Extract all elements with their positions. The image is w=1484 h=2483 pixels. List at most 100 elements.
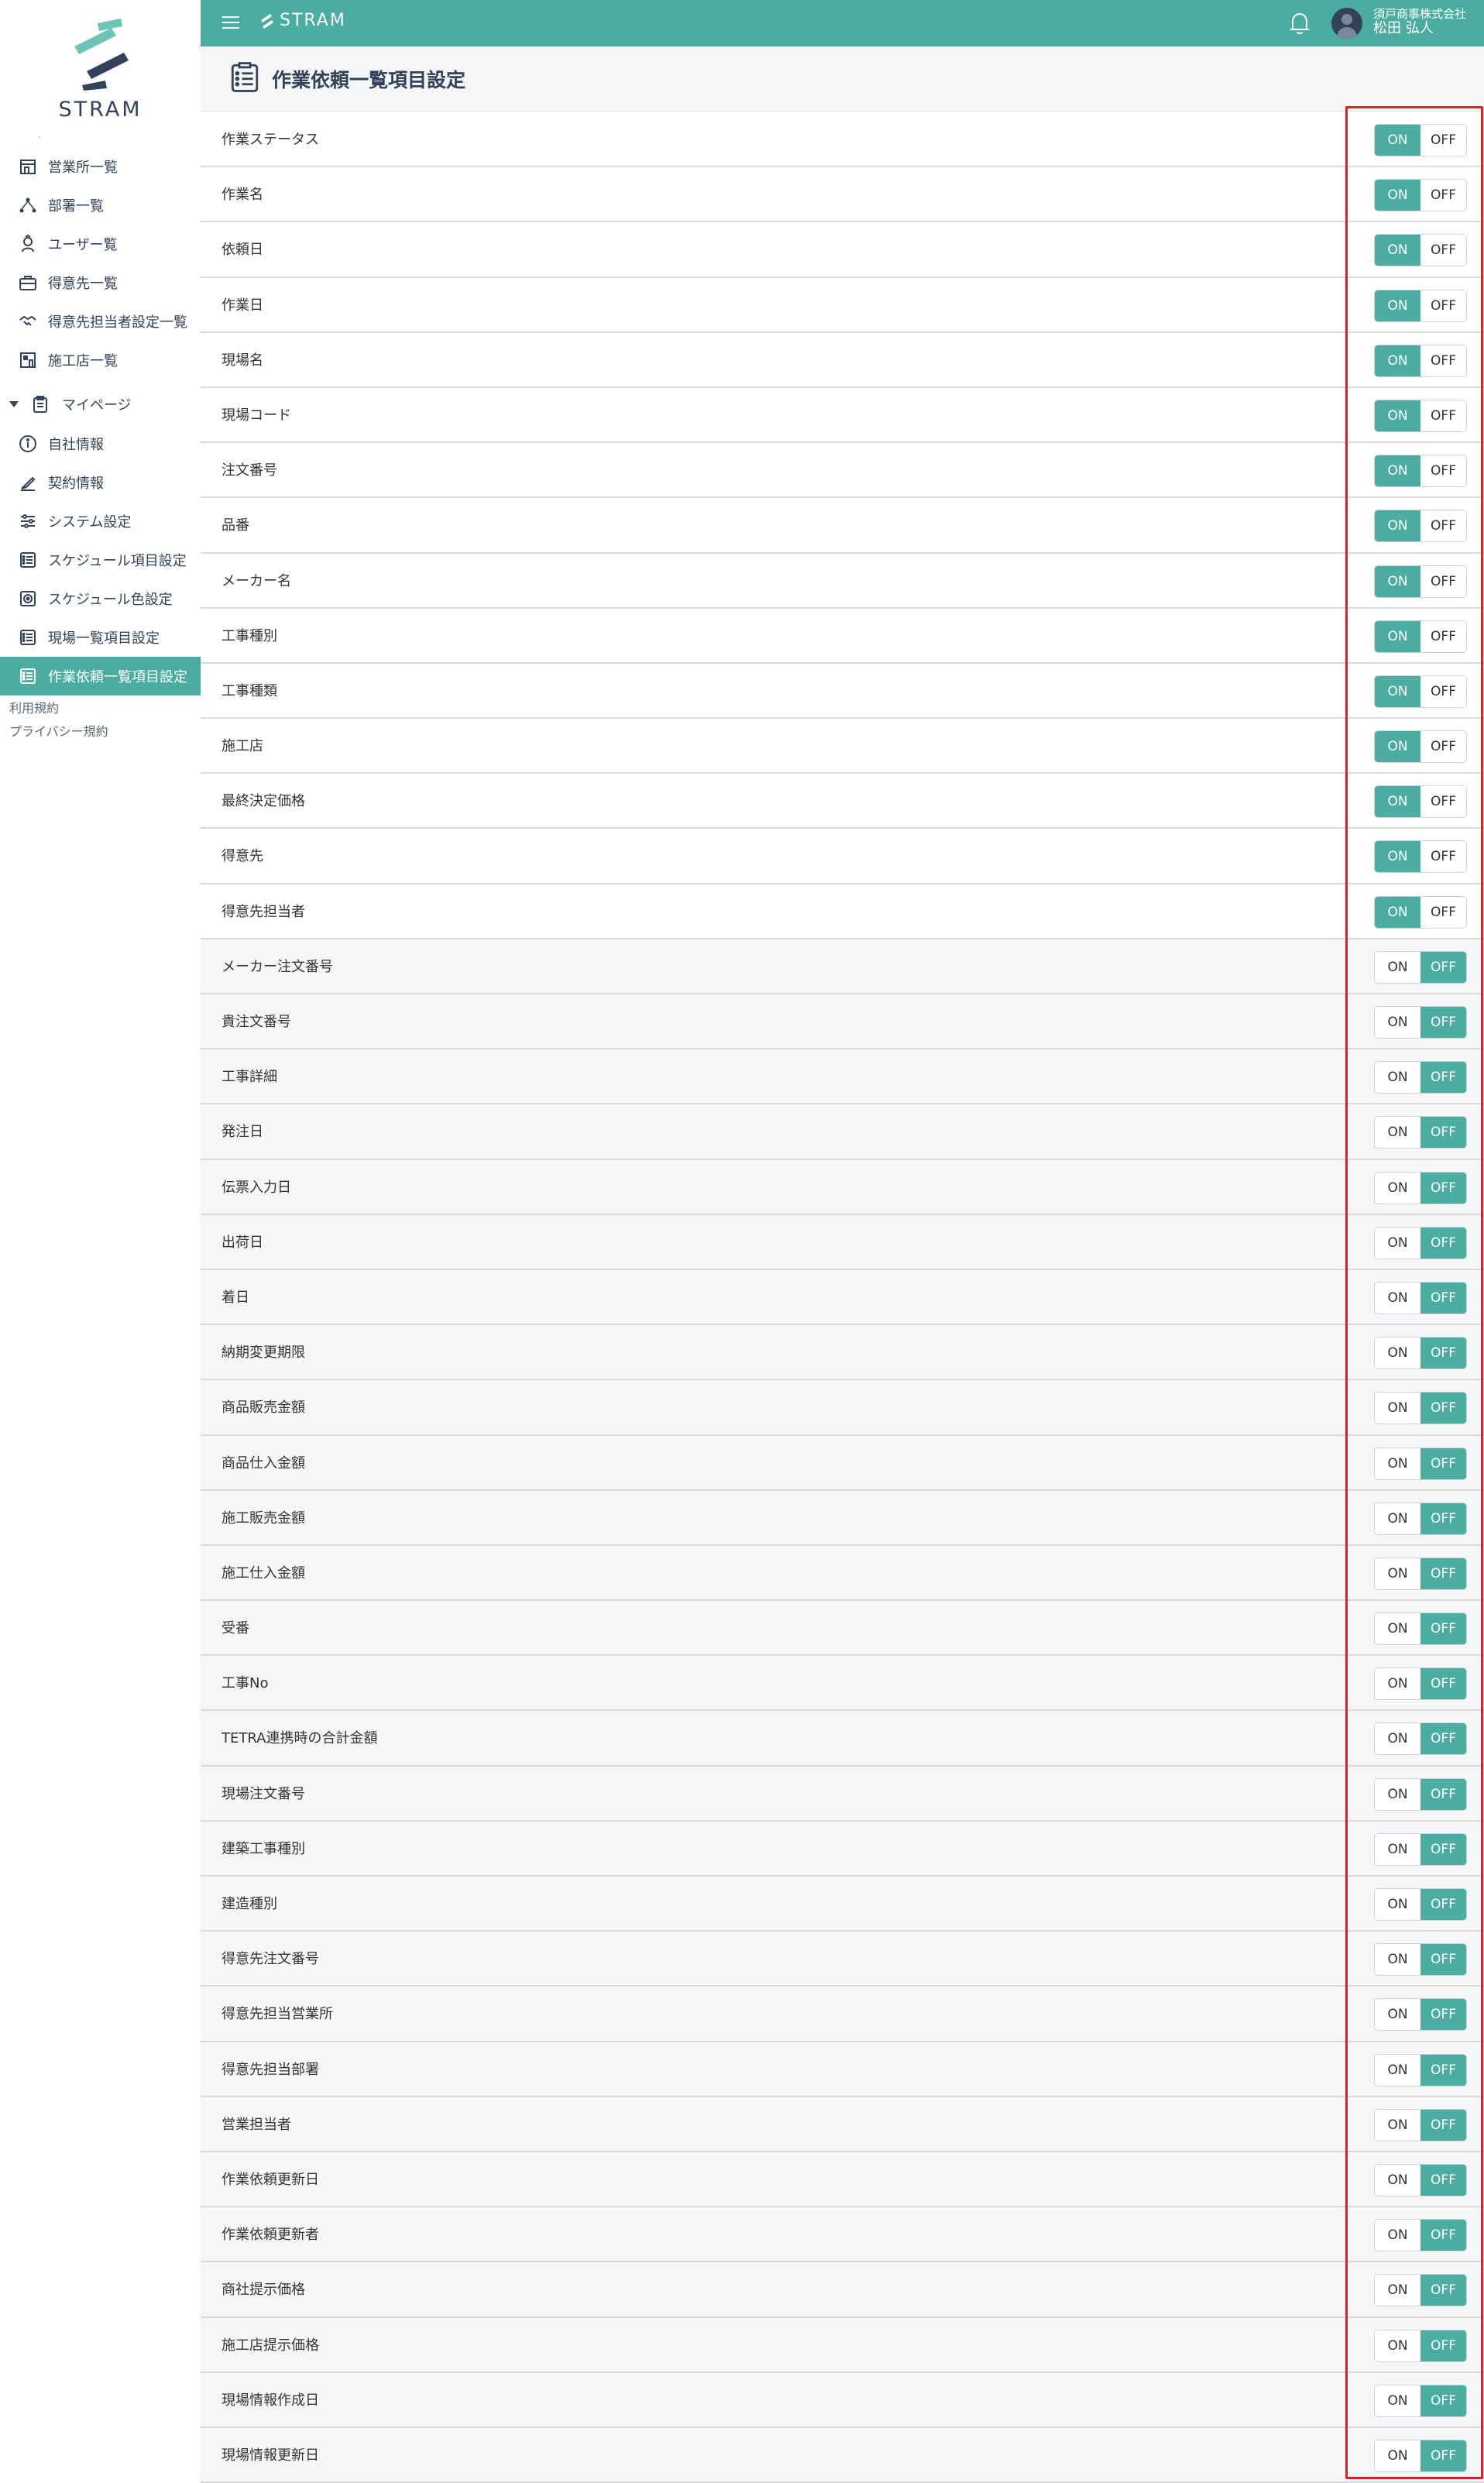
toggle-off-button[interactable]: OFF <box>1420 1172 1466 1204</box>
toggle-on-button[interactable]: ON <box>1375 2110 1420 2141</box>
toggle-on-button[interactable]: ON <box>1375 2440 1420 2471</box>
toggle-on-button[interactable]: ON <box>1375 1062 1420 1093</box>
sidebar-item-schedule-items[interactable]: スケジュール項目設定 <box>0 541 201 579</box>
toggle-off-button[interactable]: OFF <box>1420 1723 1466 1755</box>
on-off-toggle[interactable]: ON OFF <box>1374 840 1467 874</box>
on-off-toggle[interactable]: ON OFF <box>1374 1392 1467 1425</box>
toggle-off-button[interactable]: OFF <box>1420 897 1466 928</box>
on-off-toggle[interactable]: ON OFF <box>1374 1888 1467 1921</box>
on-off-toggle[interactable]: ON OFF <box>1374 2108 1467 2141</box>
toggle-on-button[interactable]: ON <box>1375 1393 1420 1424</box>
sidebar-item-customer-contacts[interactable]: 得意先担当者設定一覧 <box>0 302 201 341</box>
toggle-off-button[interactable]: OFF <box>1420 1448 1466 1479</box>
toggle-on-button[interactable]: ON <box>1375 1999 1420 2030</box>
toggle-on-button[interactable]: ON <box>1375 1723 1420 1754</box>
toggle-on-button[interactable]: ON <box>1375 180 1420 211</box>
on-off-toggle[interactable]: ON OFF <box>1374 1171 1467 1204</box>
on-off-toggle[interactable]: ON OFF <box>1374 1061 1467 1094</box>
toggle-off-button[interactable]: OFF <box>1420 2109 1466 2141</box>
on-off-toggle[interactable]: ON OFF <box>1374 2219 1467 2252</box>
sidebar-section-mypage[interactable]: マイページ <box>0 384 201 424</box>
on-off-toggle[interactable]: ON OFF <box>1374 2439 1467 2472</box>
toggle-off-button[interactable]: OFF <box>1420 676 1466 707</box>
toggle-off-button[interactable]: OFF <box>1420 2164 1466 2196</box>
toggle-on-button[interactable]: ON <box>1375 235 1420 266</box>
toggle-off-button[interactable]: OFF <box>1420 290 1466 321</box>
toggle-on-button[interactable]: ON <box>1375 510 1420 542</box>
on-off-toggle[interactable]: ON OFF <box>1374 1777 1467 1811</box>
toggle-off-button[interactable]: OFF <box>1420 1227 1466 1259</box>
toggle-off-button[interactable]: OFF <box>1420 786 1466 817</box>
on-off-toggle[interactable]: ON OFF <box>1374 1557 1467 1590</box>
on-off-toggle[interactable]: ON OFF <box>1374 1337 1467 1370</box>
on-off-toggle[interactable]: ON OFF <box>1374 2053 1467 2086</box>
menu-icon[interactable] <box>222 16 239 30</box>
toggle-off-button[interactable]: OFF <box>1420 1117 1466 1149</box>
on-off-toggle[interactable]: ON OFF <box>1374 455 1467 488</box>
toggle-on-button[interactable]: ON <box>1375 1448 1420 1479</box>
user-info[interactable]: 須戸商事株式会社 松田 弘人 <box>1373 8 1466 36</box>
toggle-on-button[interactable]: ON <box>1375 2055 1420 2086</box>
toggle-on-button[interactable]: ON <box>1375 1834 1420 1865</box>
toggle-off-button[interactable]: OFF <box>1420 345 1466 376</box>
on-off-toggle[interactable]: ON OFF <box>1374 1226 1467 1259</box>
toggle-off-button[interactable]: OFF <box>1420 1393 1466 1424</box>
toggle-on-button[interactable]: ON <box>1375 841 1420 873</box>
on-off-toggle[interactable]: ON OFF <box>1374 1998 1467 2031</box>
on-off-toggle[interactable]: ON OFF <box>1374 344 1467 377</box>
on-off-toggle[interactable]: ON OFF <box>1374 565 1467 598</box>
toggle-off-button[interactable]: OFF <box>1420 1668 1466 1700</box>
toggle-off-button[interactable]: OFF <box>1420 1062 1466 1094</box>
brand[interactable]: STRAM <box>258 11 346 30</box>
avatar[interactable] <box>1331 8 1362 39</box>
on-off-toggle[interactable]: ON OFF <box>1374 399 1467 432</box>
on-off-toggle[interactable]: ON OFF <box>1374 1722 1467 1756</box>
on-off-toggle[interactable]: ON OFF <box>1374 620 1467 653</box>
on-off-toggle[interactable]: ON OFF <box>1374 730 1467 764</box>
toggle-on-button[interactable]: ON <box>1375 786 1420 818</box>
toggle-on-button[interactable]: ON <box>1375 2385 1420 2416</box>
toggle-off-button[interactable]: OFF <box>1420 2220 1466 2251</box>
on-off-toggle[interactable]: ON OFF <box>1374 1502 1467 1535</box>
toggle-off-button[interactable]: OFF <box>1420 2385 1466 2416</box>
bell-icon[interactable] <box>1288 11 1311 36</box>
on-off-toggle[interactable]: ON OFF <box>1374 2329 1467 2362</box>
toggle-on-button[interactable]: ON <box>1375 1173 1420 1204</box>
on-off-toggle[interactable]: ON OFF <box>1374 2274 1467 2307</box>
toggle-on-button[interactable]: ON <box>1375 1338 1420 1369</box>
sidebar-item-work-request-settings[interactable]: 作業依頼一覧項目設定 <box>0 657 201 695</box>
on-off-toggle[interactable]: ON OFF <box>1374 1116 1467 1149</box>
toggle-on-button[interactable]: ON <box>1375 2165 1420 2196</box>
toggle-off-button[interactable]: OFF <box>1420 455 1466 486</box>
on-off-toggle[interactable]: ON OFF <box>1374 124 1467 156</box>
toggle-off-button[interactable]: OFF <box>1420 125 1466 156</box>
toggle-off-button[interactable]: OFF <box>1420 400 1466 431</box>
sidebar-item-departments[interactable]: 部署一覧 <box>0 186 201 225</box>
toggle-on-button[interactable]: ON <box>1375 952 1420 983</box>
terms-link[interactable]: 利用規約 <box>0 695 201 719</box>
toggle-on-button[interactable]: ON <box>1375 731 1420 763</box>
toggle-off-button[interactable]: OFF <box>1420 235 1466 266</box>
toggle-off-button[interactable]: OFF <box>1420 2054 1466 2086</box>
on-off-toggle[interactable]: ON OFF <box>1374 675 1467 708</box>
toggle-on-button[interactable]: ON <box>1375 1779 1420 1810</box>
on-off-toggle[interactable]: ON OFF <box>1374 1281 1467 1314</box>
toggle-on-button[interactable]: ON <box>1375 1117 1420 1148</box>
toggle-on-button[interactable]: ON <box>1375 2275 1420 2306</box>
on-off-toggle[interactable]: ON OFF <box>1374 1943 1467 1976</box>
toggle-on-button[interactable]: ON <box>1375 455 1420 487</box>
toggle-on-button[interactable]: ON <box>1375 675 1420 707</box>
toggle-on-button[interactable]: ON <box>1375 1944 1420 1975</box>
toggle-off-button[interactable]: OFF <box>1420 1944 1466 1976</box>
toggle-off-button[interactable]: OFF <box>1420 1282 1466 1314</box>
toggle-off-button[interactable]: OFF <box>1420 510 1466 541</box>
toggle-off-button[interactable]: OFF <box>1420 1613 1466 1645</box>
toggle-on-button[interactable]: ON <box>1375 2220 1420 2251</box>
on-off-toggle[interactable]: ON OFF <box>1374 510 1467 543</box>
toggle-off-button[interactable]: OFF <box>1420 621 1466 652</box>
toggle-on-button[interactable]: ON <box>1375 1228 1420 1259</box>
toggle-off-button[interactable]: OFF <box>1420 566 1466 597</box>
toggle-off-button[interactable]: OFF <box>1420 1557 1466 1589</box>
on-off-toggle[interactable]: ON OFF <box>1374 785 1467 819</box>
toggle-on-button[interactable]: ON <box>1375 896 1420 928</box>
